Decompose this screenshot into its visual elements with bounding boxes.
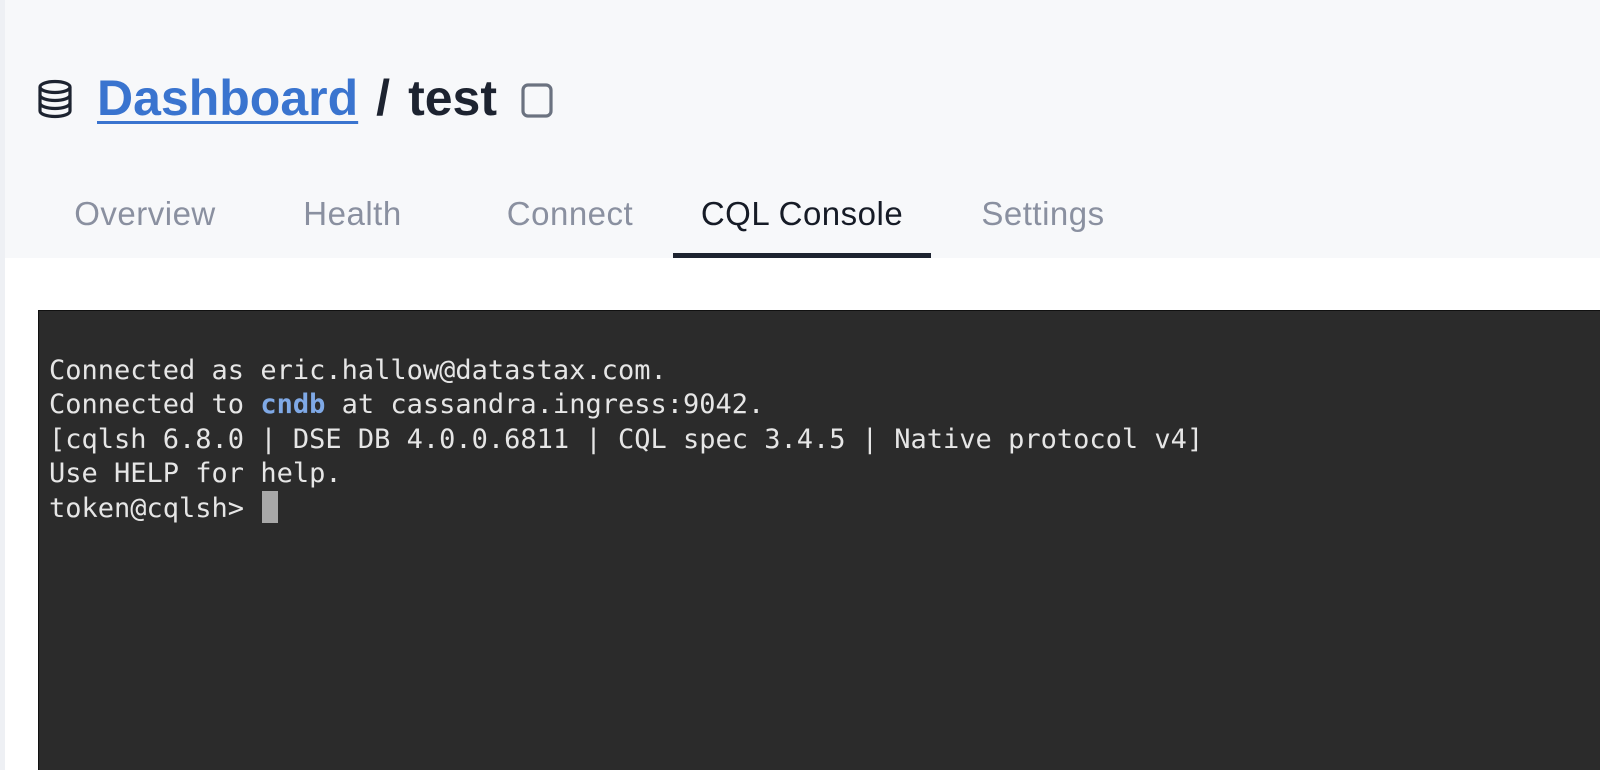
breadcrumb: Dashboard / test [35,68,555,128]
breadcrumb-separator: / [376,70,391,126]
database-icon [35,79,75,119]
terminal-text: Connected to [49,389,261,420]
breadcrumb-dashboard-link[interactable]: Dashboard [97,69,358,127]
copy-icon[interactable] [519,80,555,120]
terminal-cluster-name: cndb [260,389,326,420]
terminal-prompt: token@cqlsh> [49,492,261,524]
page-header: Dashboard / test Overview Health Connect… [5,0,1600,258]
breadcrumb-current-database: test [408,70,497,126]
cql-terminal[interactable]: Connected as eric.hallow@datastax.com. Co… [38,310,1600,770]
tab-bar: Overview Health Connect CQL Console Sett… [5,170,1600,258]
tab-overview[interactable]: Overview [45,170,245,258]
terminal-line: Connected to cndb at cassandra.ingress:9… [49,388,1590,423]
tab-cql-console[interactable]: CQL Console [673,170,931,258]
terminal-prompt-line[interactable]: token@cqlsh> [49,491,1590,527]
terminal-cursor [262,491,279,523]
terminal-text: at cassandra.ingress:9042. [325,389,765,420]
tab-health[interactable]: Health [275,170,430,258]
tab-connect[interactable]: Connect [475,170,665,258]
terminal-line: [cqlsh 6.8.0 | DSE DB 4.0.0.6811 | CQL s… [49,423,1204,455]
terminal-line: Connected as eric.hallow@datastax.com. [49,354,667,386]
tab-settings[interactable]: Settings [953,170,1133,258]
terminal-line: Use HELP for help. [49,458,342,489]
